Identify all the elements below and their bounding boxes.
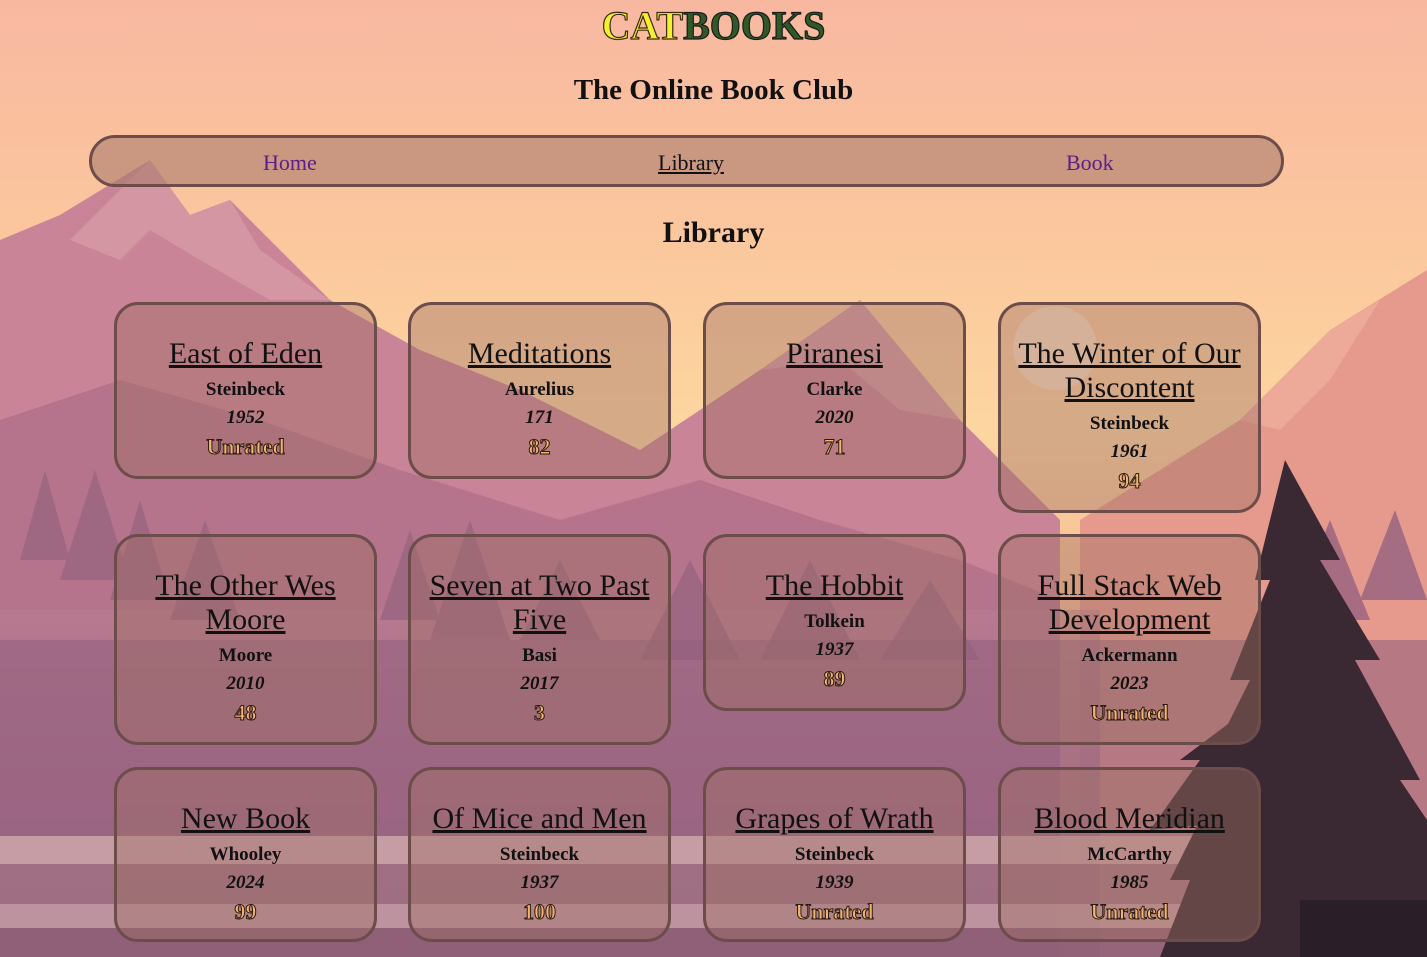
book-rating: Unrated [206, 434, 285, 460]
book-title-link[interactable]: East of Eden [117, 337, 374, 371]
book-year: 2024 [226, 872, 265, 893]
book-rating: 48 [234, 700, 257, 726]
book-card[interactable]: Piranesi Clarke 2020 71 [703, 302, 966, 479]
book-rating: 3 [534, 700, 546, 726]
book-year: 1985 [1110, 872, 1149, 893]
site-subtitle: The Online Book Club [573, 74, 854, 106]
book-year: 1952 [226, 407, 265, 428]
book-author: Tolkein [804, 611, 865, 632]
book-title-link[interactable]: Blood Meridian [1001, 802, 1258, 836]
book-title-link[interactable]: The Other Wes Moore [117, 569, 374, 637]
book-title-link[interactable]: New Book [117, 802, 374, 836]
nav-link-book[interactable]: Book [1066, 150, 1114, 176]
site-logo[interactable]: CATBOOKS [0, 3, 1427, 48]
book-author: Aurelius [504, 379, 575, 400]
book-title-link[interactable]: Grapes of Wrath [706, 802, 963, 836]
book-author: Ackermann [1081, 645, 1178, 666]
book-rating: 71 [823, 434, 846, 460]
book-year: 171 [525, 407, 554, 428]
book-card[interactable]: Full Stack Web Development Ackermann 202… [998, 534, 1261, 745]
book-rating: 89 [823, 666, 846, 692]
book-year: 1939 [815, 872, 854, 893]
book-card[interactable]: Meditations Aurelius 171 82 [408, 302, 671, 479]
book-title-link[interactable]: Seven at Two Past Five [411, 569, 668, 637]
book-year: 2017 [520, 673, 559, 694]
book-rating: 82 [528, 434, 551, 460]
book-title-link[interactable]: Meditations [411, 337, 668, 371]
page-title: Library [662, 216, 765, 249]
book-rating: Unrated [795, 899, 874, 925]
main-navbar: Home Library Book [89, 135, 1284, 187]
book-title-link[interactable]: Of Mice and Men [411, 802, 668, 836]
book-author: Steinbeck [205, 379, 286, 400]
book-rating: 100 [523, 899, 557, 925]
book-year: 1937 [815, 639, 854, 660]
book-card[interactable]: East of Eden Steinbeck 1952 Unrated [114, 302, 377, 479]
book-card[interactable]: The Other Wes Moore Moore 2010 48 [114, 534, 377, 745]
book-title-link[interactable]: The Hobbit [706, 569, 963, 603]
page: CATBOOKS The Online Book Club Home Libra… [0, 0, 1427, 957]
book-author: Basi [522, 645, 557, 666]
book-card[interactable]: The Hobbit Tolkein 1937 89 [703, 534, 966, 711]
book-author: Steinbeck [794, 844, 875, 865]
book-card[interactable]: Blood Meridian McCarthy 1985 Unrated [998, 767, 1261, 942]
book-year: 1937 [520, 872, 559, 893]
book-author: Steinbeck [499, 844, 580, 865]
book-author: McCarthy [1087, 844, 1172, 865]
book-year: 2010 [226, 673, 265, 694]
book-title-link[interactable]: The Winter of Our Discontent [1001, 337, 1258, 405]
nav-link-library[interactable]: Library [658, 150, 724, 176]
book-rating: Unrated [1090, 899, 1169, 925]
book-rating: 94 [1118, 468, 1141, 494]
book-author: Moore [218, 645, 273, 666]
book-card[interactable]: Of Mice and Men Steinbeck 1937 100 [408, 767, 671, 942]
logo-cat-text: CAT [601, 3, 684, 48]
nav-link-home[interactable]: Home [263, 150, 317, 176]
book-author: Whooley [209, 844, 282, 865]
book-year: 2023 [1110, 673, 1149, 694]
book-card[interactable]: The Winter of Our Discontent Steinbeck 1… [998, 302, 1261, 513]
book-title-link[interactable]: Piranesi [706, 337, 963, 371]
logo-books-text: BOOKS [683, 3, 826, 48]
book-card[interactable]: Grapes of Wrath Steinbeck 1939 Unrated [703, 767, 966, 942]
book-rating: 99 [234, 899, 257, 925]
book-author: Clarke [806, 379, 863, 400]
book-card[interactable]: Seven at Two Past Five Basi 2017 3 [408, 534, 671, 745]
book-year: 2020 [815, 407, 854, 428]
book-title-link[interactable]: Full Stack Web Development [1001, 569, 1258, 637]
book-rating: Unrated [1090, 700, 1169, 726]
book-author: Steinbeck [1089, 413, 1170, 434]
book-card[interactable]: New Book Whooley 2024 99 [114, 767, 377, 942]
book-year: 1961 [1110, 441, 1149, 462]
